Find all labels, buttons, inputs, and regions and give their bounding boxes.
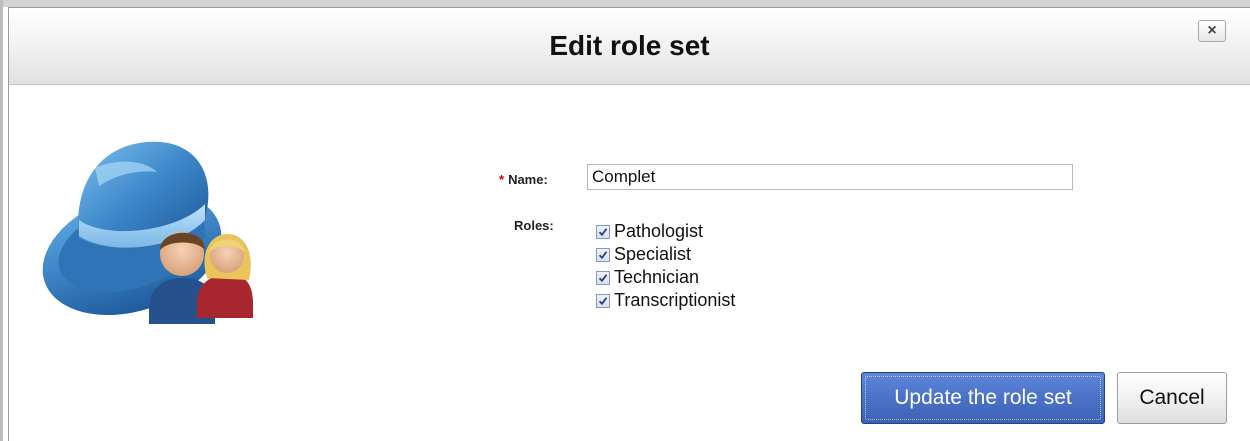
close-button[interactable]: ×: [1198, 20, 1226, 42]
close-icon: ×: [1207, 22, 1217, 39]
checkmark-icon: [598, 296, 608, 305]
role-item-pathologist[interactable]: Pathologist: [596, 220, 703, 243]
role-label: Technician: [614, 267, 700, 287]
role-item-technician[interactable]: Technician: [596, 266, 699, 289]
background-window-edge-left: [0, 0, 3, 441]
role-checkbox[interactable]: [596, 224, 610, 239]
screen: Edit role set × * Name: Complet Roles: P…: [0, 0, 1250, 441]
cancel-button[interactable]: Cancel: [1117, 372, 1227, 424]
checkmark-icon: [598, 227, 608, 236]
name-label: Name:: [508, 172, 548, 187]
update-role-set-button[interactable]: Update the role set: [861, 372, 1105, 424]
role-item-transcriptionist[interactable]: Transcriptionist: [596, 289, 735, 312]
checkmark-icon: [598, 250, 608, 259]
dialog-title: Edit role set: [549, 30, 710, 61]
required-marker: *: [499, 172, 505, 187]
name-input[interactable]: [587, 164, 1073, 190]
role-label: Transcriptionist: [614, 290, 736, 310]
roles-label: Roles:: [514, 218, 554, 233]
cancel-button-label: Cancel: [1139, 386, 1205, 409]
focus-ring: [865, 376, 1101, 420]
role-label: Specialist: [614, 244, 692, 264]
role-label: Pathologist: [614, 221, 704, 241]
checkmark-icon: [598, 273, 608, 282]
role-checkbox[interactable]: [596, 247, 610, 262]
role-checkbox[interactable]: [596, 293, 610, 308]
role-checkbox[interactable]: [596, 270, 610, 285]
role-set-hat-users-icon: [42, 141, 253, 324]
edit-role-set-dialog: Edit role set × * Name: Complet Roles: P…: [8, 7, 1250, 441]
dialog-title-bar: Edit role set ×: [9, 8, 1250, 85]
role-item-specialist[interactable]: Specialist: [596, 243, 691, 266]
name-label-wrapper: * Name:: [499, 172, 548, 187]
background-window-edge: [0, 0, 1250, 7]
